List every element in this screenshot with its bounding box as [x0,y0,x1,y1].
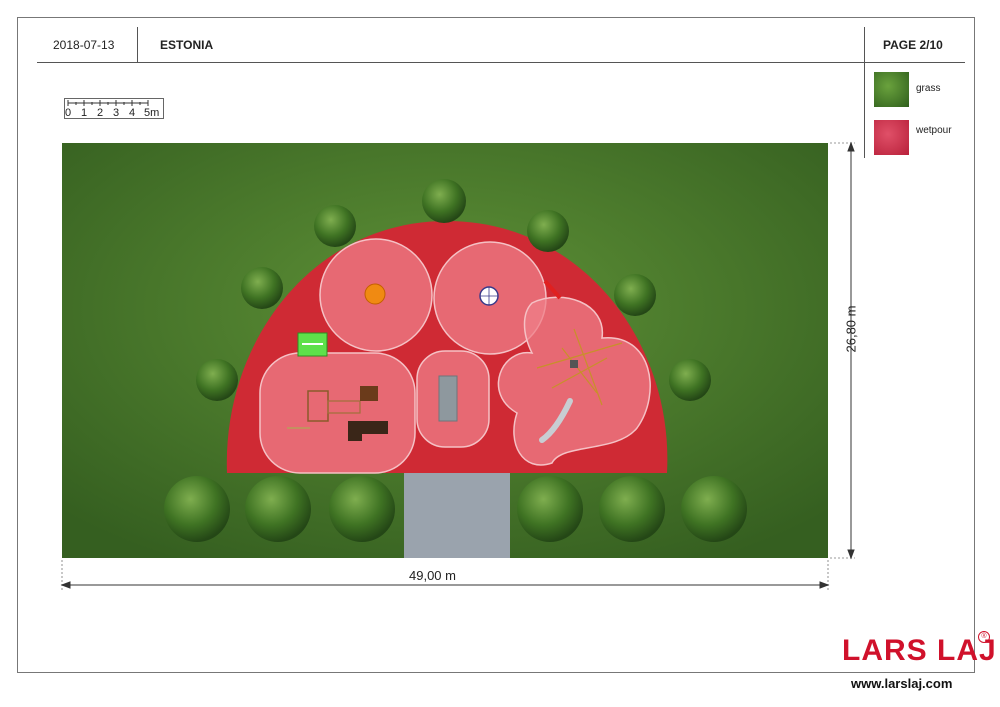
width-dimension: 49,00 m [409,568,456,583]
website-link[interactable]: www.larslaj.com [851,676,952,691]
dimension-lines [60,141,855,590]
lars-laj-logo: LARS LAJ [842,634,997,667]
height-dimension: 26,80 m [843,305,859,353]
registered-mark: ® [978,631,990,643]
